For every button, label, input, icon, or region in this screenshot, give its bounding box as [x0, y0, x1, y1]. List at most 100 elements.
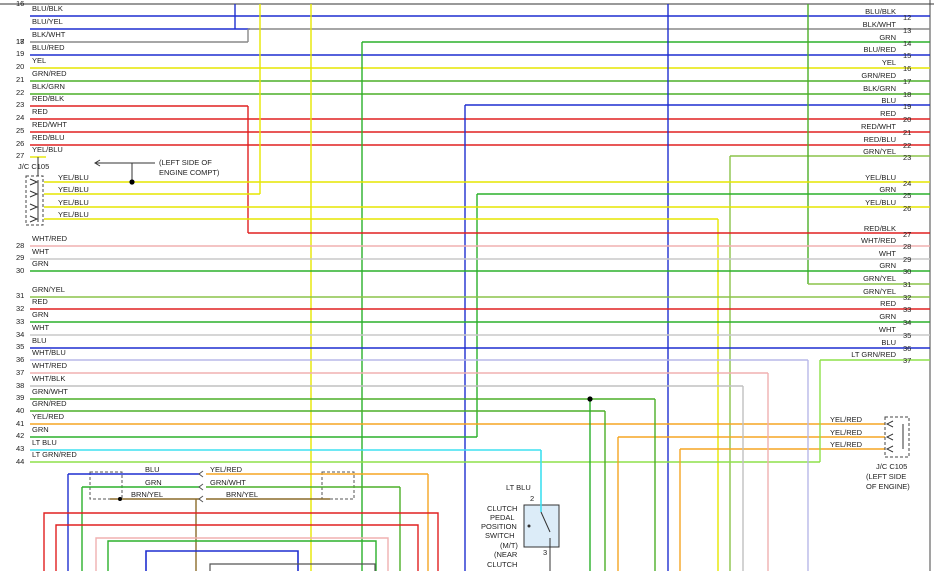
right-pin-number: 33 [903, 305, 911, 314]
lower-wires [30, 245, 930, 571]
left-pin-number: 16 [16, 0, 24, 8]
bot-connector-arrows [198, 470, 204, 503]
right-pin-number: 37 [903, 356, 911, 365]
right-pin-number: 17 [903, 77, 911, 86]
left-wire-label: BLK/WHT [32, 30, 66, 39]
jc-right-wire-1: YEL/RED [830, 415, 863, 424]
left-wire-label: BLU [32, 336, 47, 345]
clutch-switch-line-4: SWITCH [485, 531, 515, 540]
left-pin-number: 18 [16, 37, 24, 46]
right-pin-number: 27 [903, 230, 911, 239]
clutch-switch-line-1: CLUTCH [487, 504, 517, 513]
right-wire-label: BLK/WHT [863, 20, 897, 29]
left-wire-label: BLK/GRN [32, 82, 65, 91]
left-pin-number: 36 [16, 355, 24, 364]
wiring-diagram: J/C C105 (LEFT SIDE OF ENGINE COMPT) YEL… [0, 0, 934, 571]
bot-loop-pink [95, 537, 389, 571]
right-wire-label: BLK/GRN [863, 84, 896, 93]
jc-right-note-2: OF ENGINE) [866, 482, 910, 491]
clutch-switch-pin-bottom: 3 [543, 548, 547, 557]
left-wire-label: WHT/BLK [32, 374, 65, 383]
right-wire-label: GRN/RED [861, 71, 896, 80]
right-pin-number: 15 [903, 51, 911, 60]
clutch-switch-pin-top: 2 [530, 494, 534, 503]
left-pin-number: 19 [16, 49, 24, 58]
right-wire-label: WHT [879, 325, 896, 334]
right-pin-number: 35 [903, 331, 911, 340]
clutch-switch-line-6: (NEAR [494, 550, 518, 559]
right-wire-label: RED/WHT [861, 122, 896, 131]
jc-right-wire-2: YEL/RED [830, 428, 863, 437]
right-pin-number: 36 [903, 344, 911, 353]
jc-left: J/C C105 (LEFT SIDE OF ENGINE COMPT) YEL… [18, 157, 220, 226]
left-pin-number: 32 [16, 304, 24, 313]
right-labels: BLU/BLK 12 BLK/WHT 13 GRN 14 BLU/RED 15 YEL 16 GRN… [851, 7, 911, 365]
left-wire-label: GRN/YEL [32, 285, 65, 294]
jc-left-arrows [29, 178, 39, 223]
right-pin-number: 32 [903, 293, 911, 302]
left-wire-label: YEL/BLU [32, 145, 63, 154]
right-pin-number: 14 [903, 39, 911, 48]
clutch-switch-line-5: (M/T) [500, 541, 518, 550]
left-wire-label: WHT/BLU [32, 348, 66, 357]
jc-right: YEL/RED YEL/RED YEL/RED J/C C105 (LEFT S… [830, 415, 910, 491]
left-pin-number: 39 [16, 393, 24, 402]
left-pin-number: 25 [16, 126, 24, 135]
left-pin-number: 20 [16, 62, 24, 71]
bot-label-yel-red: YEL/RED [210, 465, 243, 474]
jc-right-note-1: (LEFT SIDE [866, 472, 906, 481]
clutch-switch-line-7: CLUTCH [487, 560, 517, 569]
clutch-switch-line-2: PEDAL [490, 513, 515, 522]
right-pin-number: 13 [903, 26, 911, 35]
left-wire-label: GRN [32, 425, 49, 434]
right-wire-label: WHT/RED [861, 236, 897, 245]
jc-left-note-2: ENGINE COMPT) [159, 168, 220, 177]
left-wire-label: RED/BLK [32, 94, 64, 103]
right-pin-number: 22 [903, 141, 911, 150]
right-pin-number: 19 [903, 102, 911, 111]
left-wire-label: LT BLU [32, 438, 57, 447]
right-wire-label: GRN [879, 261, 896, 270]
left-wire-label: RED [32, 297, 48, 306]
jc-right-wire-3: YEL/RED [830, 440, 863, 449]
right-pin-number: 21 [903, 128, 911, 137]
left-pin-number: 33 [16, 317, 24, 326]
bot-splice-dot [118, 497, 122, 501]
right-wire-label: WHT [879, 249, 896, 258]
right-wire-label: GRN/YEL [863, 147, 896, 156]
left-pin-number: 44 [16, 457, 24, 466]
right-wire-label: BLU [881, 96, 896, 105]
left-pin-number: 31 [16, 291, 24, 300]
jc-left-wire-3: YEL/BLU [58, 198, 89, 207]
clutch-switch-wire-label: LT BLU [506, 483, 531, 492]
left-wire-label: YEL/RED [32, 412, 65, 421]
left-wire-label: RED/WHT [32, 120, 67, 129]
right-pin-number: 24 [903, 179, 911, 188]
jc-left-wire-1: YEL/BLU [58, 173, 89, 182]
bot-label-blu: BLU [145, 465, 160, 474]
right-wire-label: YEL/BLU [865, 198, 896, 207]
left-wire-label: BLU/YEL [32, 17, 63, 26]
bot-loop-blu [145, 550, 299, 571]
right-wire-label: GRN [879, 312, 896, 321]
left-wire-label: RED [32, 107, 48, 116]
right-pin-number: 20 [903, 115, 911, 124]
right-wire-label: YEL/BLU [865, 173, 896, 182]
left-wire-label: BLU/BLK [32, 4, 63, 13]
right-wire-label: LT GRN/RED [851, 350, 896, 359]
left-wire-label: GRN/WHT [32, 387, 68, 396]
right-pin-number: 31 [903, 280, 911, 289]
bot-loop-gray [209, 563, 376, 571]
left-pin-number: 29 [16, 253, 24, 262]
left-pin-number: 27 [16, 151, 24, 160]
right-wire-label: GRN [879, 185, 896, 194]
bot-label-grn: GRN [145, 478, 162, 487]
clutch-switch: LT BLU 2 3 CLUTCH PEDAL POSITION SWITCH … [481, 483, 560, 571]
left-labels: BLU/BLK16BLU/YELBLK/WHT1718BLU/RED19YEL2… [16, 0, 77, 466]
jc-left-wire-2: YEL/BLU [58, 185, 89, 194]
jc-left-note-1: (LEFT SIDE OF [159, 158, 212, 167]
left-wire-label: GRN/RED [32, 69, 67, 78]
right-wire-label: RED/BLU [863, 135, 896, 144]
left-wire-label: RED/BLU [32, 133, 65, 142]
right-wire-label: BLU/RED [863, 45, 896, 54]
